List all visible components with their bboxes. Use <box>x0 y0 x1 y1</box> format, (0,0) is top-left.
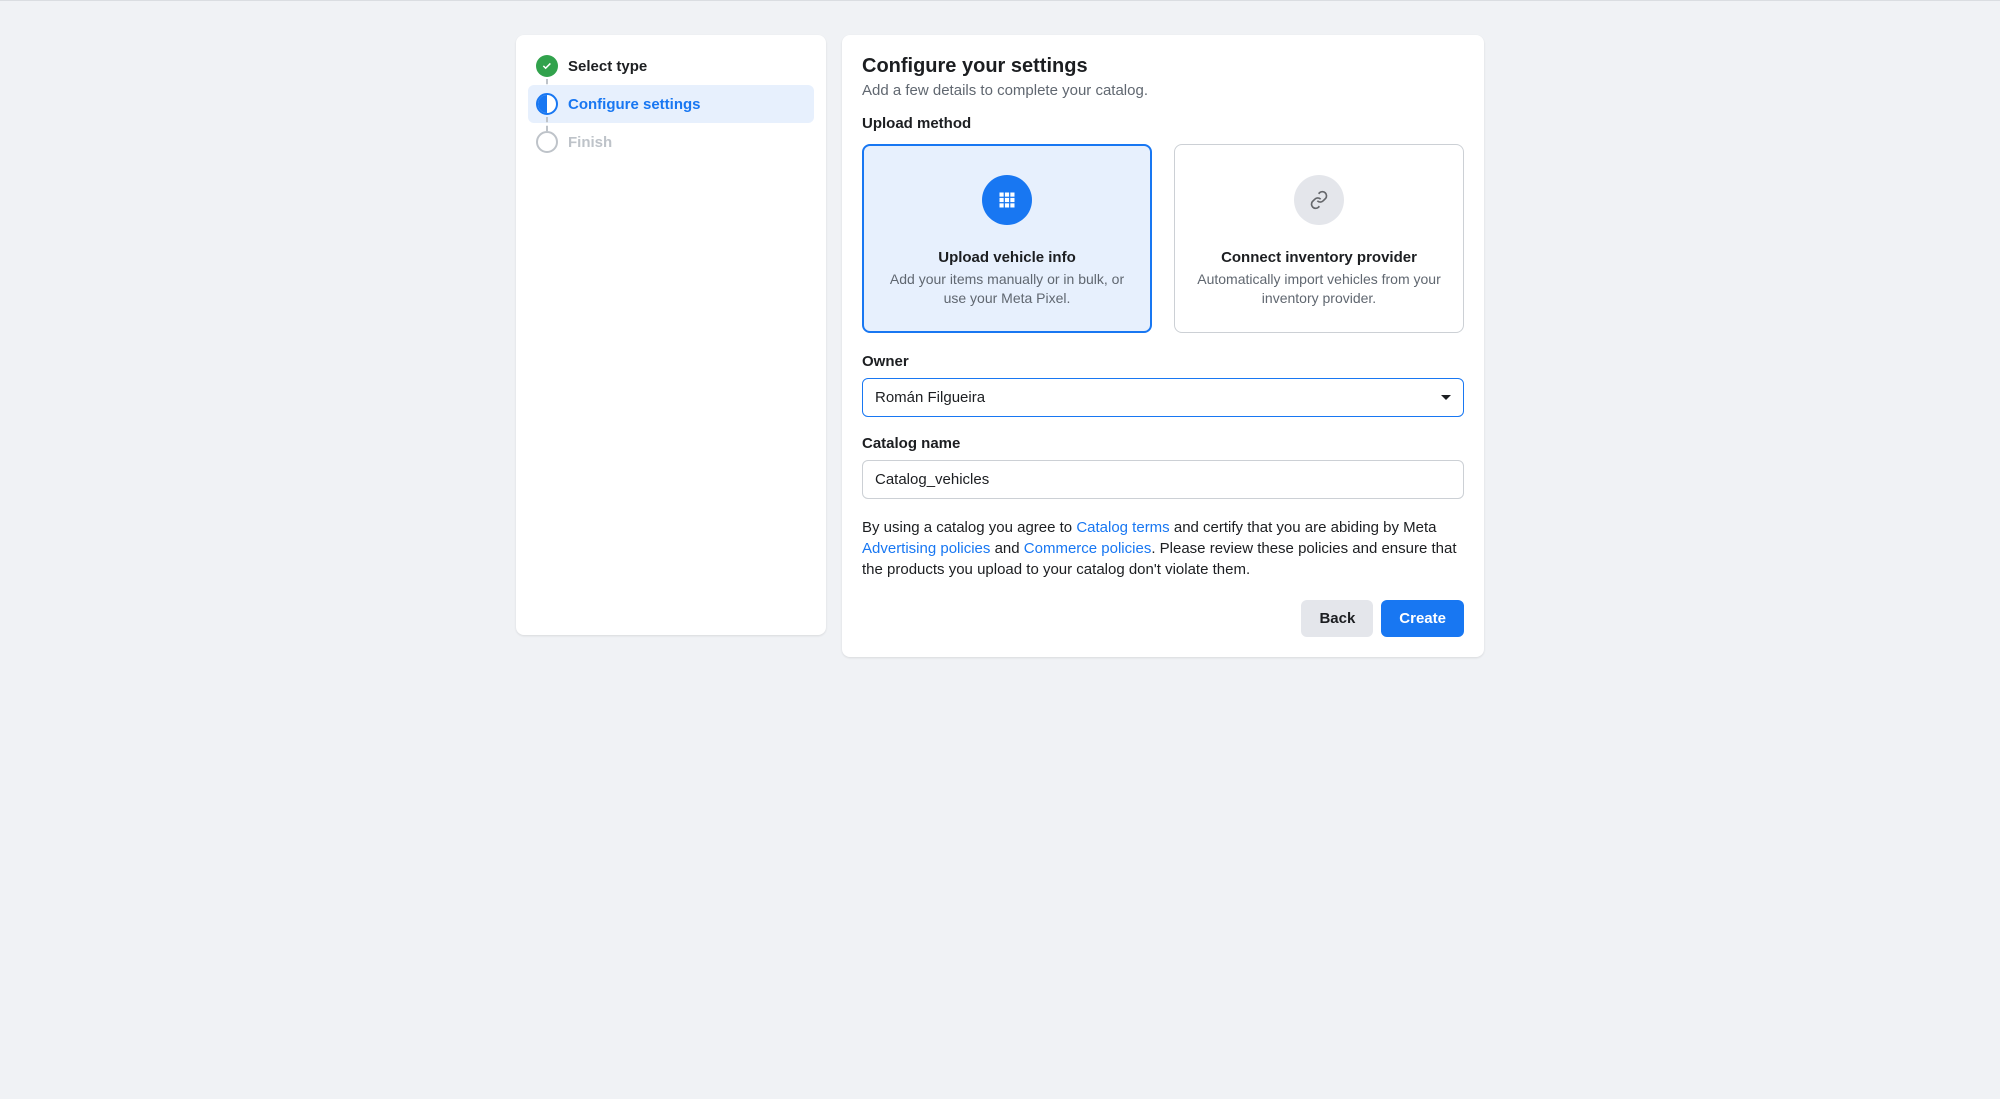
option-title: Upload vehicle info <box>881 249 1133 266</box>
disclaimer-text: By using a catalog you agree to Catalog … <box>862 517 1464 580</box>
footer-buttons: Back Create <box>862 600 1464 637</box>
chevron-down-icon <box>1441 395 1451 400</box>
step-configure-settings[interactable]: Configure settings <box>528 85 814 123</box>
back-button[interactable]: Back <box>1301 600 1373 637</box>
commerce-policies-link[interactable]: Commerce policies <box>1024 540 1152 557</box>
upload-method-heading: Upload method <box>862 115 1464 132</box>
main-panel: Configure your settings Add a few detail… <box>842 35 1484 657</box>
step-label: Configure settings <box>568 96 701 113</box>
option-description: Add your items manually or in bulk, or u… <box>881 270 1133 308</box>
option-title: Connect inventory provider <box>1193 249 1445 266</box>
create-button[interactable]: Create <box>1381 600 1464 637</box>
option-connect-inventory-provider[interactable]: Connect inventory provider Automatically… <box>1174 144 1464 333</box>
half-circle-icon <box>536 93 558 115</box>
owner-label: Owner <box>862 353 1464 370</box>
owner-value: Román Filgueira <box>875 389 985 406</box>
grid-icon <box>982 175 1032 225</box>
catalog-name-input[interactable] <box>862 460 1464 499</box>
link-icon <box>1294 175 1344 225</box>
owner-select[interactable]: Román Filgueira <box>862 378 1464 417</box>
option-upload-vehicle-info[interactable]: Upload vehicle info Add your items manua… <box>862 144 1152 333</box>
step-finish: Finish <box>528 123 814 161</box>
page-title: Configure your settings <box>862 55 1464 78</box>
check-icon <box>536 55 558 77</box>
step-label: Select type <box>568 58 647 75</box>
upload-method-options: Upload vehicle info Add your items manua… <box>862 144 1464 333</box>
page-subtitle: Add a few details to complete your catal… <box>862 82 1464 99</box>
circle-outline-icon <box>536 131 558 153</box>
advertising-policies-link[interactable]: Advertising policies <box>862 540 990 557</box>
wizard-sidebar: Select type Configure settings Finish <box>516 35 826 635</box>
step-select-type[interactable]: Select type <box>528 47 814 85</box>
step-label: Finish <box>568 134 612 151</box>
option-description: Automatically import vehicles from your … <box>1193 270 1445 308</box>
catalog-name-label: Catalog name <box>862 435 1464 452</box>
catalog-terms-link[interactable]: Catalog terms <box>1076 519 1169 536</box>
